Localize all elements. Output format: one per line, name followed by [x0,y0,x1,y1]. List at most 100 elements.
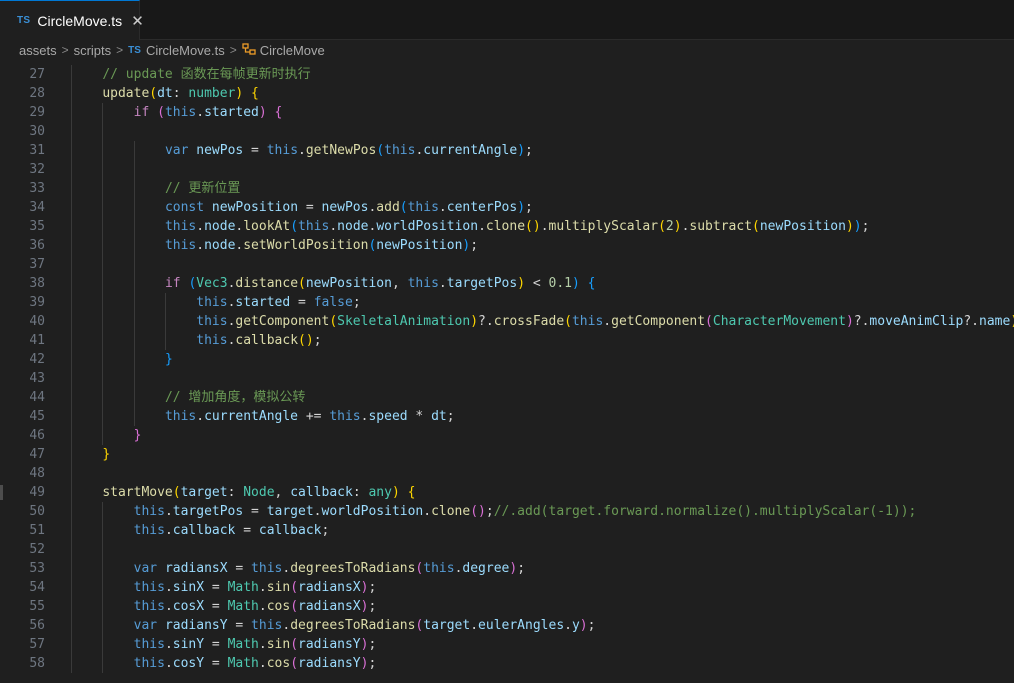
code-token: . [258,656,267,671]
code-token: ; [321,523,330,538]
code-line[interactable]: 57 this.sinY = Math.sin(radiansY); [0,635,1014,654]
code-token: () [525,219,541,234]
code-token: Math [227,580,259,595]
code-line[interactable]: 31 var newPos = this.getNewPos(this.curre… [0,141,1014,160]
code-line[interactable]: 49 startMove(target: Node, callback: any)… [0,483,1014,502]
code-line[interactable]: 47} [0,445,1014,464]
code-line[interactable]: 27 // update 函数在每帧更新时执行 [0,65,1014,84]
code-token: ; [525,143,533,158]
code-editor[interactable]: 27// update 函数在每帧更新时执行 28 update(dt: numbe… [0,65,1014,683]
code-token: . [196,409,205,424]
code-line[interactable]: 34 const newPosition = newPos.add(this.ce… [0,198,1014,217]
code-line[interactable]: 44 // 增加角度，模拟公转 [0,388,1014,407]
code-token: ( [149,86,158,101]
code-token: ( [290,219,299,234]
code-line[interactable]: 33 // 更新位置 [0,179,1014,198]
code-token: sin [266,580,291,595]
code-token: { [274,105,283,120]
code-line[interactable]: 53 var radiansX = this.degreesToRadians(t… [0,559,1014,578]
code-line[interactable]: 39 this.started = false; [0,293,1014,312]
code-token: ( [399,200,408,215]
code-line[interactable]: 51 this.callback = callback; [0,521,1014,540]
code-text: this.currentAngle += this.speed * dt; [165,407,455,426]
code-token: () [298,333,314,348]
indent-guide [165,293,166,350]
code-token: this [329,409,361,424]
code-line[interactable]: 56 var radiansY = this.degreesToRadians(t… [0,616,1014,635]
line-number: 43 [29,371,45,386]
code-token: ; [352,295,361,310]
code-line[interactable]: 50 this.targetPos = target.worldPosition.… [0,502,1014,521]
code-token: ) [517,200,526,215]
breadcrumb-item-assets[interactable]: assets [19,43,57,58]
code-token: // update 函数在每帧更新时执行 [102,67,311,82]
code-line[interactable]: 37 [0,255,1014,274]
code-line[interactable]: 36 this.node.setWorldPosition(newPosition… [0,236,1014,255]
code-token: . [438,200,447,215]
breadcrumb-item-class[interactable]: CircleMove [260,43,325,58]
code-line[interactable]: 54 this.sinX = Math.sin(radiansX); [0,578,1014,597]
code-line[interactable]: 58 this.cosY = Math.cos(radiansY); [0,654,1014,673]
code-token: { [251,86,259,101]
code-token: } [133,428,142,443]
code-token: Math [227,599,259,614]
code-token: : [352,485,369,500]
code-text: if (this.started) { [134,103,283,122]
breadcrumb-item-scripts[interactable]: scripts [74,43,112,58]
code-token: ; [368,599,377,614]
code-token: false [313,295,353,310]
code-line[interactable]: 52 [0,540,1014,559]
code-token: cos [266,599,291,614]
code-token: Node [243,485,275,500]
overview-ruler-mark [0,485,3,500]
code-line[interactable]: 29 if (this.started) { [0,103,1014,122]
code-line[interactable]: 55 this.cosX = Math.cos(radiansX); [0,597,1014,616]
line-number: 38 [29,276,45,291]
code-line[interactable]: 41 this.callback(); [0,331,1014,350]
line-number: 29 [29,105,45,120]
code-token: callback [290,485,353,500]
code-text: this.targetPos = target.worldPosition.cl… [134,502,917,521]
code-token: eulerAngles [478,618,565,633]
code-token: newPosition [305,276,392,291]
code-token: newPosition [376,238,463,253]
code-token: degree [462,561,510,576]
code-token: . [164,599,173,614]
code-line[interactable]: 45 this.currentAngle += this.speed * dt; [0,407,1014,426]
code-line[interactable]: 40 this.getComponent(SkeletalAnimation)?.… [0,312,1014,331]
code-token: ( [376,143,385,158]
code-line[interactable]: 43 [0,369,1014,388]
code-token: = [204,580,228,595]
code-token: var [133,618,158,633]
code-line[interactable]: 32 [0,160,1014,179]
chevron-right-icon: > [229,43,237,57]
tab-circlemove[interactable]: TS CircleMove.ts ✕ [0,0,144,40]
code-line[interactable]: 28 update(dt: number) { [0,84,1014,103]
code-token: target [266,504,314,519]
code-line[interactable]: 35 this.node.lookAt(this.node.worldPositi… [0,217,1014,236]
line-number: 39 [29,295,45,310]
code-line[interactable]: 46} [0,426,1014,445]
code-token: , [391,276,408,291]
breadcrumb-item-file[interactable]: CircleMove.ts [146,43,225,58]
code-token: ?. [853,314,870,329]
code-text: this.node.setWorldPosition(newPosition); [165,236,478,255]
code-token: 2 [665,219,674,234]
code-line[interactable]: 30 [0,122,1014,141]
code-token: any [368,485,392,500]
code-token: ) [509,561,518,576]
code-line[interactable]: 42} [0,350,1014,369]
code-line[interactable]: 48 [0,464,1014,483]
code-token: this [407,276,439,291]
code-token: newPos [321,200,369,215]
code-token: if [133,105,150,120]
code-token: . [540,219,549,234]
close-icon[interactable]: ✕ [131,12,144,30]
code-token: this [133,504,165,519]
code-text: this.cosX = Math.cos(radiansX); [134,597,377,616]
code-line[interactable]: 38 if (Vec3.distance(newPosition, this.ta… [0,274,1014,293]
code-token: started [235,295,291,310]
code-text: var radiansY = this.degreesToRadians(tar… [134,616,596,635]
code-token: this [571,314,604,329]
